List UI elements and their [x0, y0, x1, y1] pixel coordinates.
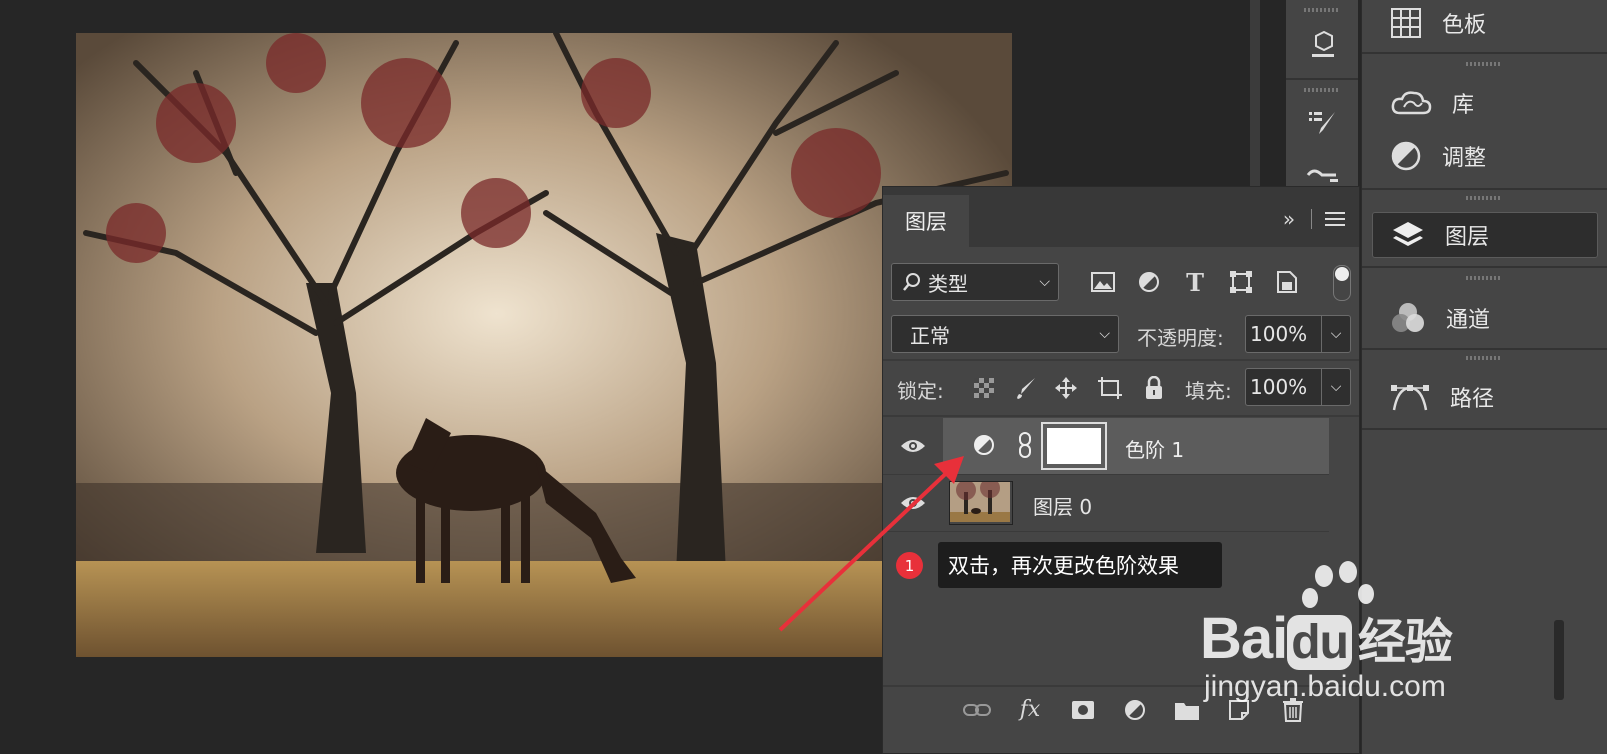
lock-position-icon[interactable] — [1051, 373, 1081, 403]
collapsed-tool-column — [1285, 0, 1358, 200]
grip[interactable] — [1466, 356, 1502, 360]
layer-style-fx-icon[interactable]: fx — [1013, 693, 1047, 725]
chevron-down-icon: ⌵ — [1099, 326, 1110, 342]
watermark-url: jingyan.baidu.com — [1204, 670, 1446, 703]
baidu-jingyan-watermark: Baidu 经验 jingyan.baidu.com — [1200, 560, 1500, 710]
filter-adjustment-icon[interactable] — [1133, 267, 1165, 297]
scroll-handle[interactable] — [1554, 620, 1564, 700]
filter-toggle[interactable] — [1333, 265, 1351, 301]
dock-item-paths[interactable]: 路径 — [1372, 374, 1598, 420]
grip[interactable] — [1304, 8, 1340, 12]
grip[interactable] — [1466, 276, 1502, 280]
filter-pixel-icon[interactable] — [1087, 267, 1119, 297]
link-layers-icon[interactable] — [961, 695, 993, 725]
fill-label: 填充: — [1185, 379, 1232, 403]
panel-collapse-strip — [1250, 0, 1260, 200]
filter-kind-label: 类型 — [928, 271, 968, 296]
panel-menu-icon[interactable] — [1323, 207, 1347, 231]
blend-mode-select[interactable]: 正常 ⌵ — [891, 315, 1119, 353]
panel-tab-bar: 图层 » — [883, 187, 1359, 247]
opacity-value: 100% — [1250, 322, 1308, 346]
dock-item-label: 路径 — [1450, 387, 1495, 412]
annotation-arrow — [778, 456, 964, 632]
blend-mode-value: 正常 — [910, 323, 950, 348]
grip[interactable] — [1466, 196, 1502, 200]
filter-smart-object-icon[interactable] — [1271, 267, 1303, 297]
lock-image-pixels-icon[interactable] — [1011, 373, 1041, 403]
watermark-brand: Baidu 经验 — [1200, 606, 1453, 671]
layer-mask-thumbnail[interactable] — [1041, 422, 1107, 470]
opacity-label: 不透明度: — [1137, 326, 1224, 350]
layer-name[interactable]: 图层 0 — [1033, 491, 1092, 520]
layers-icon — [1393, 222, 1423, 246]
swatches-grid-icon — [1391, 8, 1421, 38]
brush-presets-icon[interactable] — [1306, 106, 1340, 140]
dock-item-swatches[interactable]: 色板 — [1372, 0, 1598, 46]
new-group-folder-icon[interactable] — [1171, 695, 1203, 725]
search-icon — [903, 273, 920, 291]
chevron-down-icon: ⌵ — [1039, 274, 1050, 290]
lock-all-icon[interactable] — [1139, 373, 1169, 403]
chevron-down-icon[interactable]: ⌵ — [1321, 316, 1350, 352]
cc-libraries-icon — [1391, 91, 1432, 115]
layer-name[interactable]: 色阶 1 — [1125, 434, 1184, 463]
fill-value: 100% — [1250, 375, 1308, 399]
dock-item-adjustments[interactable]: 调整 — [1372, 133, 1598, 179]
dock-item-channels[interactable]: 通道 — [1372, 295, 1598, 341]
dock-item-label: 色板 — [1442, 13, 1487, 38]
filter-shape-icon[interactable] — [1225, 267, 1257, 297]
3d-cube-icon[interactable] — [1306, 28, 1340, 62]
filter-kind-select[interactable]: 类型 ⌵ — [891, 263, 1059, 301]
adjustments-icon — [1391, 141, 1421, 171]
chevron-down-icon[interactable]: ⌵ — [1321, 369, 1350, 405]
annotation-badge: 1 — [896, 552, 923, 579]
lock-artboard-icon[interactable] — [1095, 373, 1125, 403]
expand-icon[interactable]: » — [1277, 207, 1301, 231]
channels-icon — [1392, 303, 1424, 332]
grip[interactable] — [1304, 88, 1340, 92]
paths-icon — [1391, 385, 1429, 411]
annotation-tooltip: 双击，再次更改色阶效果 — [938, 542, 1222, 588]
dock-item-label: 调整 — [1442, 146, 1487, 171]
tab-layers[interactable]: 图层 — [883, 195, 969, 247]
dock-item-label: 库 — [1452, 93, 1475, 118]
lock-label: 锁定: — [897, 379, 944, 403]
opacity-input[interactable]: 100% ⌵ — [1245, 315, 1351, 353]
new-adjustment-layer-icon[interactable] — [1119, 695, 1151, 725]
lock-transparent-pixels-icon[interactable] — [969, 373, 999, 403]
filter-type-icon[interactable]: T — [1179, 267, 1211, 297]
add-mask-icon[interactable] — [1067, 695, 1099, 725]
chain-link-icon[interactable] — [1013, 430, 1037, 460]
dock-item-label: 图层 — [1445, 225, 1490, 250]
dock-item-layers[interactable]: 图层 — [1372, 212, 1598, 258]
fill-input[interactable]: 100% ⌵ — [1245, 368, 1351, 406]
dock-item-libraries[interactable]: 库 — [1372, 80, 1598, 126]
dock-item-label: 通道 — [1446, 308, 1491, 333]
grip[interactable] — [1466, 62, 1502, 66]
